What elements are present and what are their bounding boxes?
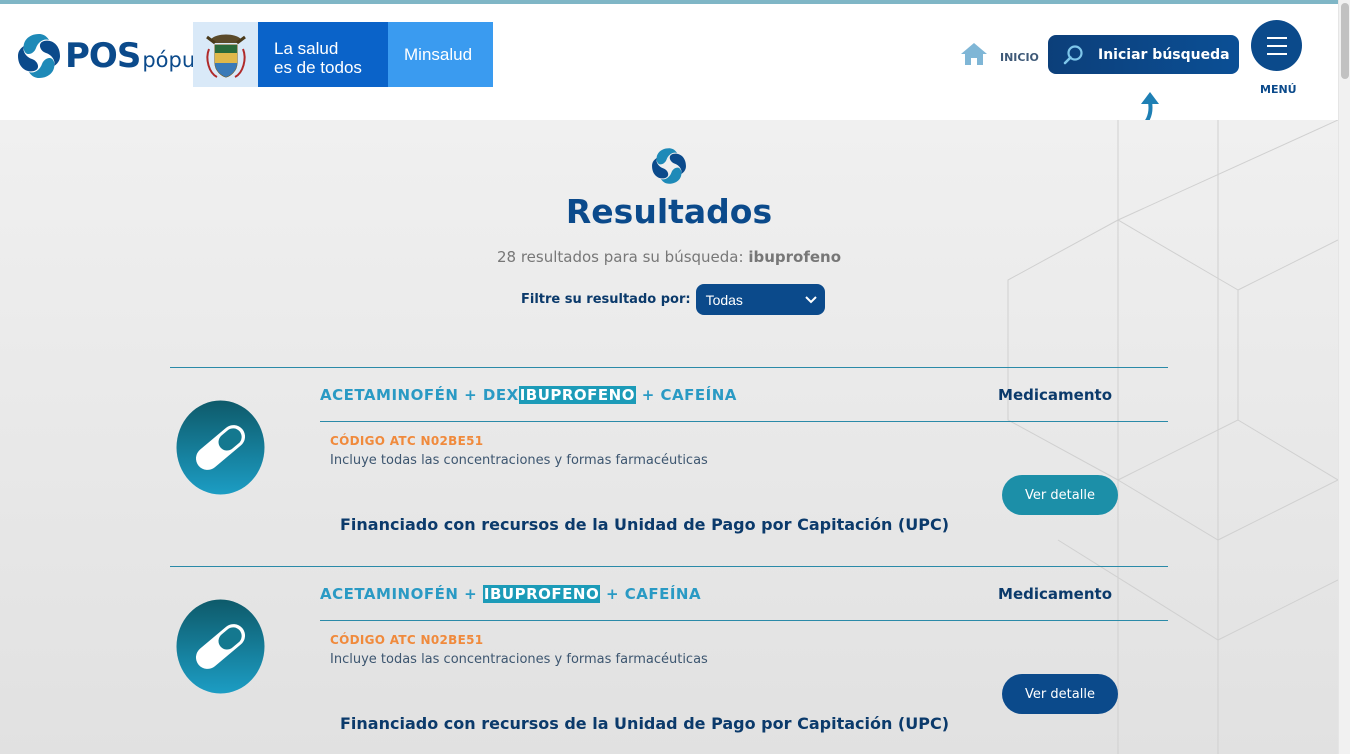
search-query: ibuprofeno <box>748 248 842 266</box>
result-divider <box>320 620 1168 621</box>
gov-slogan-line2: es de todos <box>274 58 362 77</box>
result-name[interactable]: ACETAMINOFÉN + IBUPROFENO + CAFEÍNA <box>320 585 701 603</box>
search-icon <box>1063 44 1083 64</box>
view-detail-button[interactable]: Ver detalle <box>1002 475 1118 515</box>
result-item: ACETAMINOFÉN + IBUPROFENO + CAFEÍNA Medi… <box>170 566 1168 754</box>
menu-bar <box>1266 36 1287 39</box>
government-banner[interactable]: La salud es de todos Minsalud <box>193 22 493 87</box>
site-header: POS pópuli La salud es de todos Minsalud <box>0 4 1338 132</box>
result-name-prefix: ACETAMINOFÉN + DEX <box>320 386 519 404</box>
filter-select[interactable]: Todas <box>695 284 825 315</box>
home-icon <box>961 43 987 65</box>
result-name-highlight: IBUPROFENO <box>518 386 636 404</box>
result-name-suffix: + CAFEÍNA <box>635 386 737 404</box>
chevron-down-icon <box>804 295 817 303</box>
scrollbar-thumb[interactable] <box>1341 3 1349 79</box>
page-scrollbar[interactable] <box>1338 0 1350 754</box>
home-link-label: INICIO <box>1000 50 1039 64</box>
result-description: Incluye todas las concentraciones y form… <box>330 453 708 468</box>
pospopuli-logo[interactable]: POS pópuli <box>14 30 207 82</box>
capsule-icon <box>176 599 265 694</box>
filter-row: Filtre su resultado por: Todas <box>521 284 825 315</box>
logo-wordmark: POS pópuli <box>65 36 207 76</box>
view-detail-button[interactable]: Ver detalle <box>1002 674 1118 714</box>
result-atc-code: CÓDIGO ATC N02BE51 <box>330 633 484 647</box>
result-funding: Financiado con recursos de la Unidad de … <box>340 515 950 534</box>
gov-slogan: La salud es de todos <box>258 22 388 87</box>
menu-button[interactable] <box>1251 20 1302 71</box>
menu-bar <box>1266 52 1287 55</box>
results-count-text: 28 resultados para su búsqueda: <box>496 248 749 266</box>
result-type: Medicamento <box>998 585 1112 603</box>
menu-bar <box>1266 44 1287 47</box>
result-atc-code: CÓDIGO ATC N02BE51 <box>330 434 484 448</box>
ministry-label: Minsalud <box>388 22 493 87</box>
result-name-prefix: ACETAMINOFÉN + <box>320 585 483 603</box>
coat-of-arms-icon <box>193 22 258 87</box>
start-search-button[interactable]: Iniciar búsqueda <box>1048 35 1239 74</box>
capsule-icon <box>176 400 265 495</box>
results-page: Resultados 28 resultados para su búsqued… <box>0 120 1338 754</box>
filter-label: Filtre su resultado por: <box>521 292 691 307</box>
result-divider <box>320 421 1168 422</box>
pospopuli-logo-icon <box>17 34 61 78</box>
result-name[interactable]: ACETAMINOFÉN + DEXIBUPROFENO + CAFEÍNA <box>320 386 737 404</box>
result-funding: Financiado con recursos de la Unidad de … <box>340 714 950 733</box>
menu-label: MENÚ <box>1260 83 1297 96</box>
pospopuli-emblem-icon <box>652 148 686 184</box>
result-type: Medicamento <box>998 386 1112 404</box>
page-title: Resultados <box>565 192 773 231</box>
result-item: ACETAMINOFÉN + DEXIBUPROFENO + CAFEÍNA M… <box>170 367 1168 566</box>
result-name-highlight: IBUPROFENO <box>482 585 601 603</box>
filter-selected-value: Todas <box>705 291 743 308</box>
gov-slogan-line1: La salud <box>274 39 339 58</box>
logo-pos-text: POS <box>65 36 141 76</box>
result-name-suffix: + CAFEÍNA <box>600 585 702 603</box>
home-link[interactable]: INICIO <box>960 42 1039 66</box>
result-description: Incluye todas las concentraciones y form… <box>330 652 708 667</box>
results-summary: 28 resultados para su búsqueda: ibuprofe… <box>0 248 1338 266</box>
start-search-label: Iniciar búsqueda <box>1098 46 1230 63</box>
